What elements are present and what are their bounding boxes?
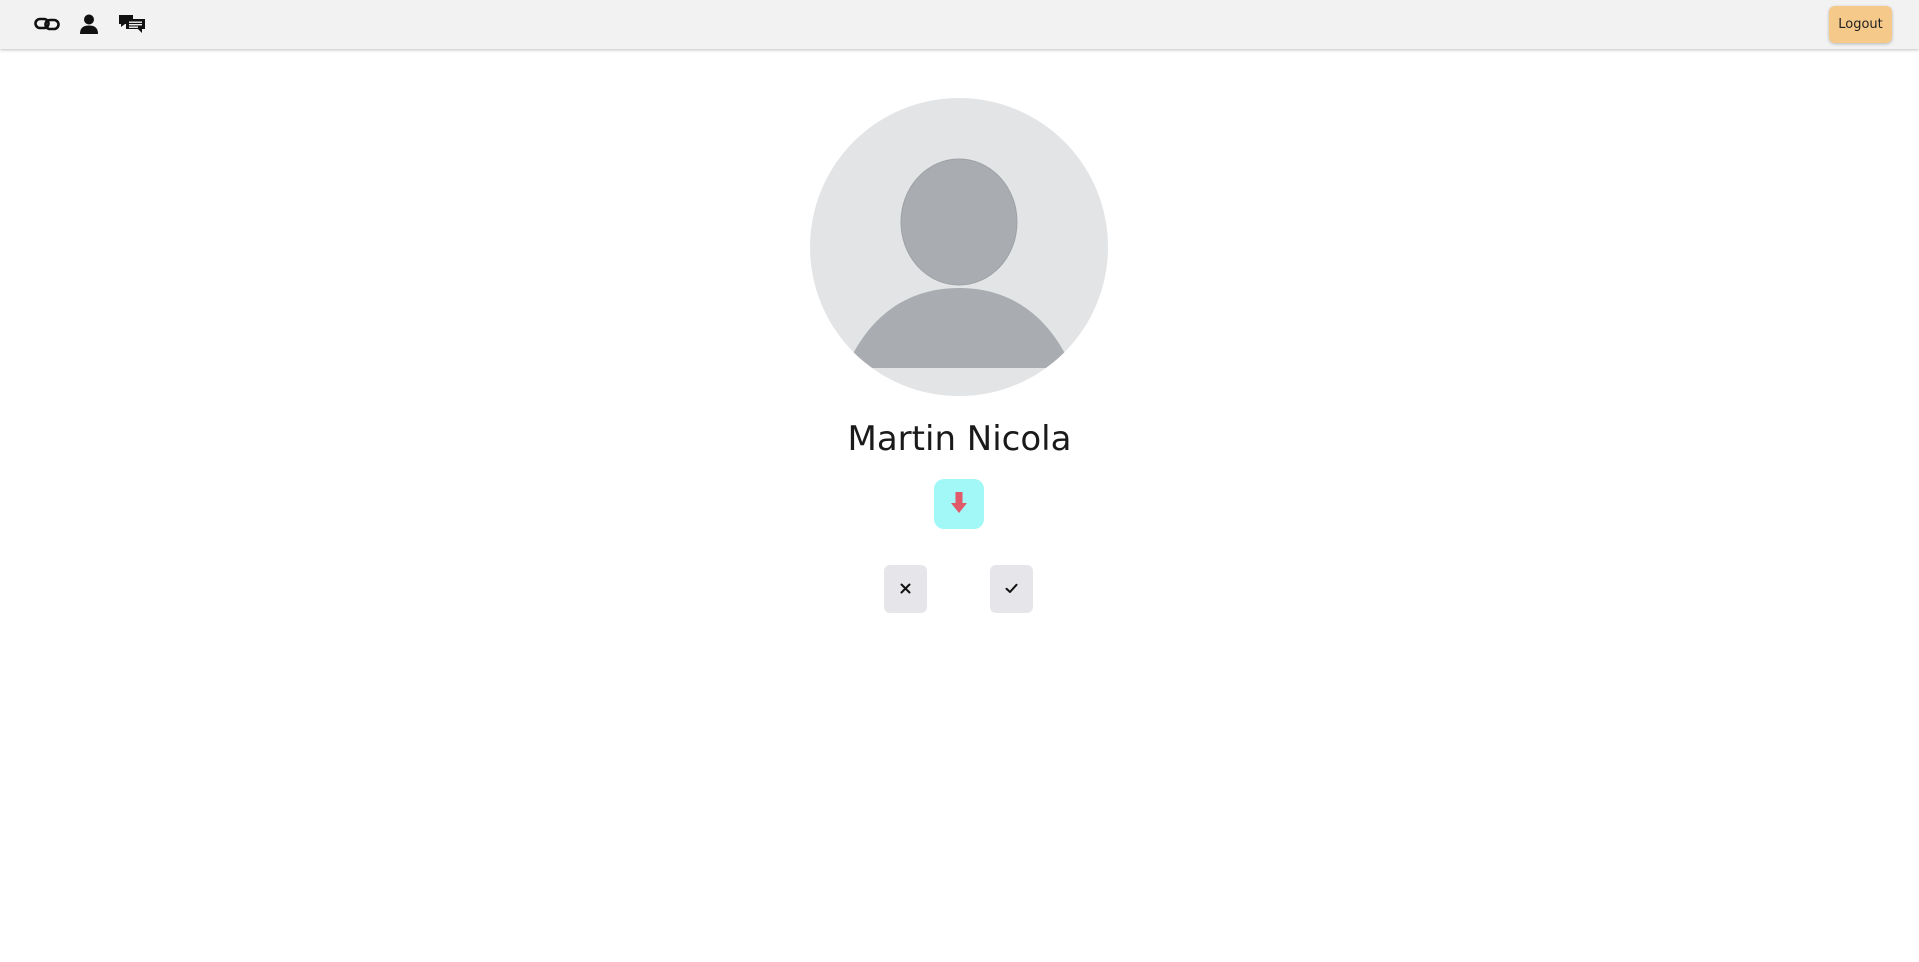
arrow-down-icon	[951, 491, 967, 517]
profile-name: Martin Nicola	[847, 419, 1072, 459]
link-icon[interactable]	[33, 10, 61, 38]
download-button[interactable]	[934, 479, 984, 529]
default-avatar-icon	[810, 98, 1108, 396]
chat-icon[interactable]	[118, 10, 146, 38]
accept-button[interactable]	[990, 565, 1033, 613]
reject-button[interactable]	[884, 565, 927, 613]
close-icon	[900, 582, 911, 597]
check-icon	[1005, 582, 1018, 597]
top-navbar: Logout	[0, 0, 1919, 49]
user-icon[interactable]	[75, 10, 103, 38]
logout-button[interactable]: Logout	[1829, 6, 1892, 43]
